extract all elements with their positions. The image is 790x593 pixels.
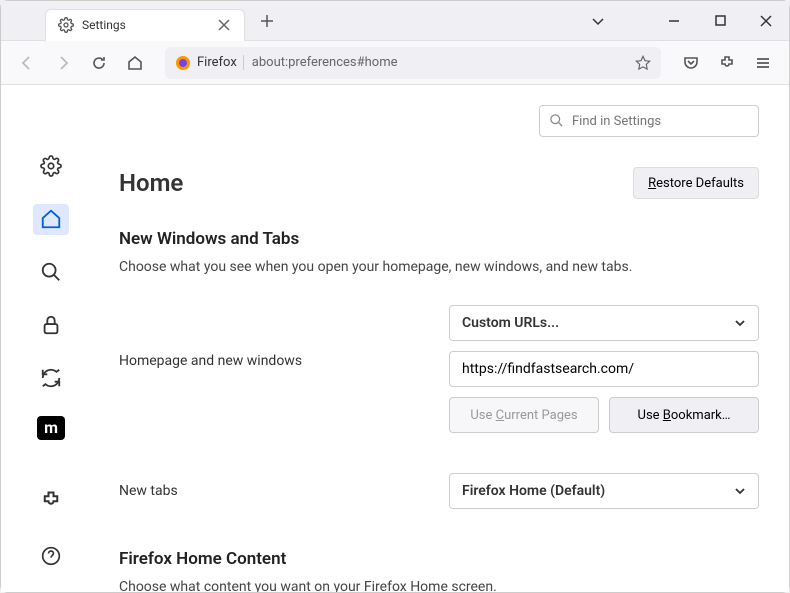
sidebar-item-extensions[interactable] bbox=[33, 484, 69, 515]
use-current-pages-button[interactable]: Use Current Pages bbox=[449, 397, 599, 433]
settings-main: Home Restore Defaults New Windows and Ta… bbox=[101, 85, 789, 592]
section-desc-home-content: Choose what content you want on your Fir… bbox=[119, 579, 759, 592]
homepage-select-value: Custom URLs... bbox=[462, 315, 559, 331]
home-button[interactable] bbox=[119, 47, 151, 79]
chevron-down-icon bbox=[734, 485, 746, 497]
sidebar-item-more[interactable]: m bbox=[37, 416, 65, 440]
bookmark-star-icon[interactable] bbox=[635, 55, 651, 71]
homepage-label: Homepage and new windows bbox=[119, 305, 449, 369]
page-title: Home bbox=[119, 169, 183, 197]
reload-button[interactable] bbox=[83, 47, 115, 79]
firefox-logo-icon bbox=[175, 55, 191, 71]
url-bar[interactable]: Firefox about:preferences#home bbox=[165, 47, 661, 79]
newtabs-select-value: Firefox Home (Default) bbox=[462, 483, 605, 499]
urlbar-url: about:preferences#home bbox=[252, 55, 627, 70]
section-desc-windows-tabs: Choose what you see when you open your h… bbox=[119, 259, 759, 275]
sidebar-item-search[interactable] bbox=[33, 257, 69, 288]
sidebar-item-help[interactable] bbox=[33, 541, 69, 572]
newtabs-select[interactable]: Firefox Home (Default) bbox=[449, 473, 759, 509]
sidebar-item-privacy[interactable] bbox=[33, 310, 69, 341]
search-icon bbox=[549, 113, 564, 128]
use-bookmark-button[interactable]: Use Bookmark… bbox=[609, 397, 759, 433]
homepage-url-input[interactable] bbox=[449, 351, 759, 387]
minimize-button[interactable] bbox=[651, 2, 697, 40]
toolbar: Firefox about:preferences#home bbox=[1, 41, 789, 85]
section-heading-windows-tabs: New Windows and Tabs bbox=[119, 229, 759, 249]
tabs-dropdown-button[interactable] bbox=[575, 2, 621, 40]
app-menu-button[interactable] bbox=[747, 47, 779, 79]
extensions-button[interactable] bbox=[711, 47, 743, 79]
content-area: m Home Restore Defaults bbox=[1, 85, 789, 592]
tab-settings[interactable]: Settings bbox=[45, 9, 245, 41]
gear-icon bbox=[58, 17, 74, 33]
close-icon[interactable] bbox=[216, 17, 232, 33]
tab-title: Settings bbox=[82, 18, 208, 32]
new-tab-button[interactable] bbox=[253, 7, 281, 35]
maximize-button[interactable] bbox=[697, 2, 743, 40]
newtabs-label: New tabs bbox=[119, 483, 449, 499]
sidebar-item-general[interactable] bbox=[33, 151, 69, 182]
close-window-button[interactable] bbox=[743, 2, 789, 40]
titlebar: Settings bbox=[1, 1, 789, 41]
back-button[interactable] bbox=[11, 47, 43, 79]
browser-window: Settings bbox=[0, 0, 790, 593]
forward-button[interactable] bbox=[47, 47, 79, 79]
sidebar-item-home[interactable] bbox=[33, 204, 69, 235]
pocket-button[interactable] bbox=[675, 47, 707, 79]
sidebar-item-sync[interactable] bbox=[33, 363, 69, 394]
find-in-settings-wrap bbox=[539, 105, 759, 137]
homepage-select[interactable]: Custom URLs... bbox=[449, 305, 759, 341]
restore-defaults-button[interactable]: Restore Defaults bbox=[633, 167, 759, 199]
window-controls bbox=[575, 2, 789, 40]
chevron-down-icon bbox=[734, 317, 746, 329]
settings-sidebar: m bbox=[1, 85, 101, 592]
urlbar-firefox-label: Firefox bbox=[197, 55, 244, 70]
section-heading-home-content: Firefox Home Content bbox=[119, 549, 759, 569]
urlbar-identity: Firefox bbox=[175, 55, 244, 71]
find-in-settings-input[interactable] bbox=[539, 105, 759, 137]
